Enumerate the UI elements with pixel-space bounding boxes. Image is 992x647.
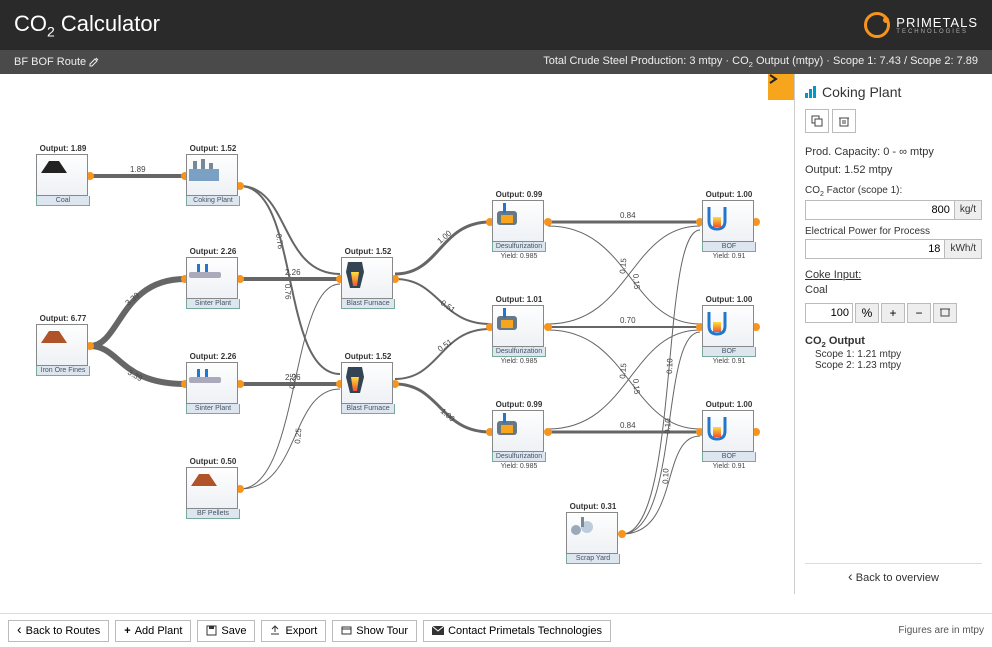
delete-button[interactable]	[832, 109, 856, 133]
node-sinter-1[interactable]: Output: 2.26 Sinter Plant	[186, 247, 240, 309]
export-icon	[270, 625, 281, 636]
node-bof-2[interactable]: Output: 1.00 BOF Yield: 0.91	[702, 295, 756, 365]
remove-input-button[interactable]	[933, 303, 957, 323]
svg-text:0.51: 0.51	[436, 337, 454, 354]
trash-icon	[940, 307, 950, 317]
figures-note: Figures are in mtpy	[898, 625, 984, 636]
svg-text:2.26: 2.26	[285, 268, 301, 277]
copy-icon	[811, 115, 823, 127]
edit-icon	[89, 57, 99, 67]
plus-button[interactable]: +	[881, 303, 905, 323]
contact-button[interactable]: Contact Primetals Technologies	[423, 620, 611, 642]
node-desulf-3[interactable]: Output: 0.99 Desulfurization Yield: 0.98…	[492, 400, 546, 470]
coke-input-header: Coke Input:	[805, 269, 982, 281]
bof-icon	[703, 411, 753, 451]
coking-icon	[187, 155, 237, 195]
plus-icon: +	[124, 625, 130, 637]
svg-text:1.89: 1.89	[130, 165, 146, 174]
duplicate-button[interactable]	[805, 109, 829, 133]
minus-button[interactable]: −	[907, 303, 931, 323]
footer-toolbar: Back to Routes +Add Plant Save Export Sh…	[0, 613, 992, 647]
sidebar-title: Coking Plant	[805, 84, 982, 100]
production-stats: Total Crude Steel Production: 3 mtpy · C…	[543, 55, 978, 69]
sinter-icon	[187, 258, 237, 298]
node-desulf-1[interactable]: Output: 0.99 Desulfurization Yield: 0.98…	[492, 190, 546, 260]
percent-button[interactable]: %	[855, 303, 879, 323]
save-button[interactable]: Save	[197, 620, 255, 642]
chevron-right-icon	[768, 74, 794, 100]
flow-svg: 1.89 3.39 3.39 0.76 0.76 2.26 2.26 0.25 …	[0, 74, 794, 594]
flow-canvas[interactable]: 1.89 3.39 3.39 0.76 0.76 2.26 2.26 0.25 …	[0, 74, 794, 594]
details-sidebar: Coking Plant Prod. Capacity: 0 - ∞ mtpy …	[794, 74, 992, 594]
svg-text:0.15: 0.15	[618, 257, 628, 274]
svg-text:0.84: 0.84	[620, 211, 636, 220]
epp-unit: kWh/t	[945, 239, 982, 259]
co2-output-block: CO2 Output Scope 1: 1.21 mtpy Scope 2: 1…	[805, 335, 982, 371]
desulf-icon	[493, 201, 543, 241]
back-to-overview-button[interactable]: Back to overview	[805, 563, 982, 588]
desulf-icon	[493, 306, 543, 346]
logo-ring-icon	[864, 12, 890, 38]
trash-icon	[838, 115, 850, 127]
svg-text:0.70: 0.70	[620, 316, 636, 325]
svg-text:0.15: 0.15	[631, 378, 641, 395]
svg-text:0.10: 0.10	[661, 468, 671, 484]
svg-text:3.39: 3.39	[126, 368, 144, 384]
svg-text:0.25: 0.25	[288, 373, 298, 389]
chevron-left-icon	[17, 625, 22, 637]
back-to-routes-button[interactable]: Back to Routes	[8, 620, 109, 642]
coke-value-input[interactable]	[805, 303, 853, 323]
epp-label: Electrical Power for Process	[805, 226, 982, 237]
save-icon	[206, 625, 217, 636]
show-tour-button[interactable]: Show Tour	[332, 620, 417, 642]
export-button[interactable]: Export	[261, 620, 326, 642]
app-header: CO2 Calculator PRIMETALSTECHNOLOGIES	[0, 0, 992, 50]
node-scrap-yard[interactable]: Output: 0.31 Scrap Yard	[566, 502, 620, 564]
node-coal[interactable]: Output: 1.89 Coal	[36, 144, 90, 206]
node-coking-plant[interactable]: Output: 1.52 Coking Plant	[186, 144, 240, 206]
svg-text:0.25: 0.25	[293, 427, 303, 444]
node-desulf-2[interactable]: Output: 1.01 Desulfurization Yield: 0.98…	[492, 295, 546, 365]
ore-icon	[37, 325, 87, 365]
co2-factor-label: CO2 Factor (scope 1):	[805, 185, 982, 198]
node-bof-1[interactable]: Output: 1.00 BOF Yield: 0.91	[702, 190, 756, 260]
furnace-icon	[342, 363, 392, 403]
desulf-icon	[493, 411, 543, 451]
tour-icon	[341, 625, 352, 636]
collapse-sidebar-button[interactable]	[768, 74, 794, 100]
epp-input[interactable]	[805, 239, 945, 259]
svg-text:0.84: 0.84	[620, 421, 636, 430]
scrap-icon	[567, 513, 617, 553]
prod-capacity-text: Prod. Capacity: 0 - ∞ mtpy	[805, 146, 982, 158]
co2-factor-unit: kg/t	[955, 200, 982, 220]
chevron-left-icon	[848, 572, 853, 584]
bof-icon	[703, 306, 753, 346]
svg-text:0.15: 0.15	[618, 362, 628, 379]
furnace-icon	[342, 258, 392, 298]
node-blast-furnace-2[interactable]: Output: 1.52 Blast Furnace	[341, 352, 395, 414]
route-link[interactable]: BF BOF Route	[14, 56, 99, 68]
add-plant-button[interactable]: +Add Plant	[115, 620, 191, 642]
node-iron-ore[interactable]: Output: 6.77 Iron Ore Fines	[36, 314, 90, 376]
sub-header: BF BOF Route Total Crude Steel Productio…	[0, 50, 992, 74]
svg-text:0.10: 0.10	[663, 418, 673, 434]
svg-text:0.76: 0.76	[283, 284, 293, 300]
chart-icon	[805, 86, 816, 98]
output-text: Output: 1.52 mtpy	[805, 164, 982, 176]
svg-text:0.15: 0.15	[631, 273, 641, 290]
brand-logo: PRIMETALSTECHNOLOGIES	[864, 12, 978, 38]
app-title: CO2 Calculator	[14, 11, 160, 39]
co2-factor-input[interactable]	[805, 200, 955, 220]
node-sinter-2[interactable]: Output: 2.26 Sinter Plant	[186, 352, 240, 414]
bof-icon	[703, 201, 753, 241]
svg-text:0.10: 0.10	[665, 358, 675, 374]
coal-icon	[37, 155, 87, 195]
sinter-icon	[187, 363, 237, 403]
node-bof-3[interactable]: Output: 1.00 BOF Yield: 0.91	[702, 400, 756, 470]
node-blast-furnace-1[interactable]: Output: 1.52 Blast Furnace	[341, 247, 395, 309]
mail-icon	[432, 626, 444, 636]
coke-item-label: Coal	[805, 284, 982, 296]
pellets-icon	[187, 468, 237, 508]
node-pellets[interactable]: Output: 0.50 BF Pellets	[186, 457, 240, 519]
